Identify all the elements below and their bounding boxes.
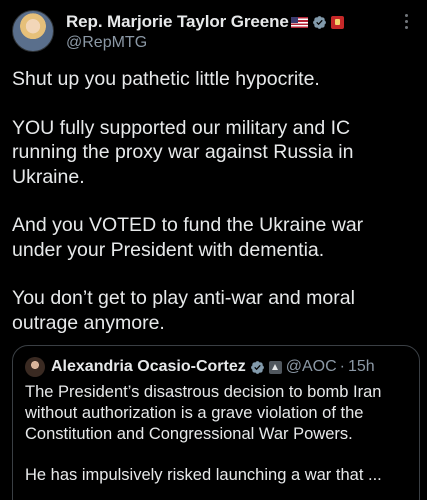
author-handle[interactable]: @RepMTG — [66, 34, 344, 52]
post: Rep. Marjorie Taylor Greene @RepMTG Shut… — [0, 0, 427, 500]
quoted-timestamp[interactable]: 15h — [348, 358, 375, 376]
author-name-row: Rep. Marjorie Taylor Greene — [66, 11, 344, 33]
post-text: Shut up you pathetic little hypocrite. Y… — [12, 67, 417, 335]
quoted-author-name[interactable]: Alexandria Ocasio-Cortez — [51, 358, 246, 376]
quoted-post-header: Alexandria Ocasio-Cortez @AOC · 15h — [25, 356, 407, 378]
post-paragraph: YOU fully supported our military and IC … — [12, 116, 354, 188]
quoted-paragraph: He has impulsively risked launching a wa… — [25, 466, 382, 484]
us-flag-icon — [290, 16, 308, 28]
post-paragraph: Shut up you pathetic little hypocrite. — [12, 68, 320, 90]
quoted-post-text: The President’s disastrous decision to b… — [25, 382, 407, 486]
post-paragraph: You don’t get to play anti-war and moral… — [12, 287, 355, 334]
verified-badge-icon — [250, 360, 264, 374]
avatar[interactable] — [12, 10, 54, 52]
post-paragraph: And you VOTED to fund the Ukraine war un… — [12, 214, 364, 261]
author-name[interactable]: Rep. Marjorie Taylor Greene — [66, 12, 289, 32]
separator-dot: · — [339, 358, 345, 375]
government-badge-icon — [268, 360, 282, 374]
quoted-paragraph: The President’s disastrous decision to b… — [25, 383, 382, 443]
more-options-icon[interactable] — [405, 14, 409, 32]
quoted-post[interactable]: Alexandria Ocasio-Cortez @AOC · 15h The … — [12, 345, 420, 500]
quoted-author-handle[interactable]: @AOC — [286, 358, 337, 376]
government-badge-icon — [330, 15, 344, 29]
verified-badge-icon[interactable] — [312, 15, 327, 30]
quoted-avatar[interactable] — [25, 357, 45, 377]
post-header: Rep. Marjorie Taylor Greene @RepMTG — [12, 10, 417, 52]
author-info: Rep. Marjorie Taylor Greene @RepMTG — [66, 11, 344, 52]
